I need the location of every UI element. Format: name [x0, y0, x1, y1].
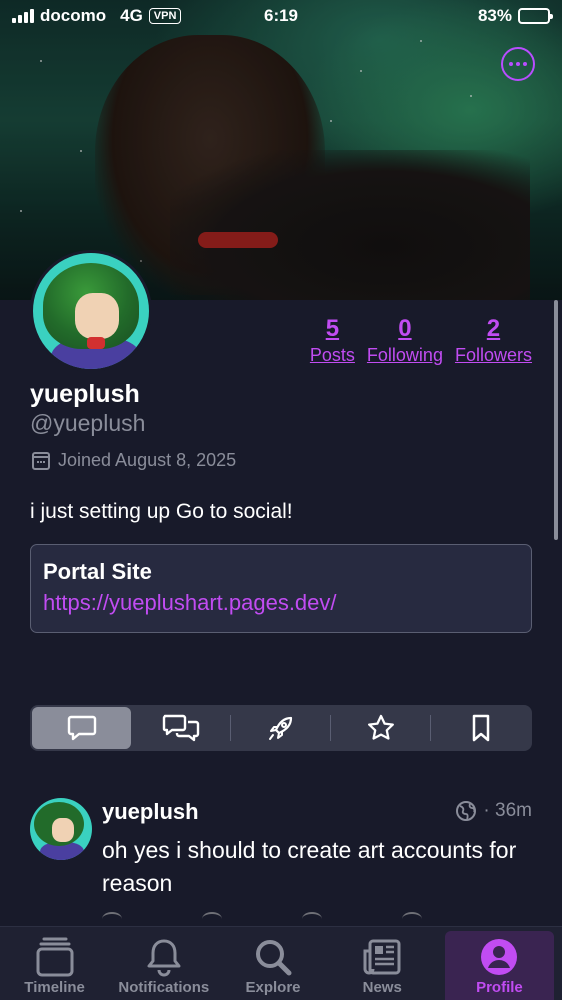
nav-notifications[interactable]: Notifications: [109, 927, 218, 1000]
post-author[interactable]: yueplush: [102, 799, 199, 825]
posts-icon: [67, 715, 96, 741]
battery-status: 83%: [477, 6, 553, 26]
nav-news[interactable]: News: [328, 927, 437, 1000]
vpn-badge: VPN: [148, 8, 182, 24]
bottom-navigation: Timeline Notifications Explore News Prof…: [0, 926, 562, 1000]
nav-timeline[interactable]: Timeline: [0, 927, 109, 1000]
avatar-face: [75, 293, 119, 339]
nav-explore-label: Explore: [245, 979, 301, 996]
avatar-bow: [87, 337, 105, 349]
post-meta: · 36m: [455, 800, 532, 822]
account-handle: @yueplush: [30, 410, 146, 436]
post-content: oh yes i should to create art accounts f…: [102, 837, 517, 896]
reply-icon[interactable]: [102, 912, 122, 926]
battery-icon: [518, 8, 553, 24]
nav-profile-label: Profile: [476, 979, 523, 996]
stat-posts-count: 5: [325, 315, 340, 342]
stat-following-label: Following: [366, 345, 443, 365]
profile-icon: [479, 935, 519, 979]
news-icon: [362, 935, 402, 979]
timeline-icon: [35, 935, 75, 979]
post-time[interactable]: · 36m: [483, 800, 532, 822]
joined-date: Joined August 8, 2025: [32, 450, 236, 471]
bell-icon: [144, 935, 184, 979]
profile-stats: 5 Posts 0 Following 2 Followers: [310, 314, 532, 366]
post-avatar-face: [52, 818, 74, 842]
field-name: Portal Site: [43, 559, 152, 584]
tab-favourites[interactable]: [331, 707, 430, 749]
replies-icon: [162, 714, 199, 742]
nav-explore[interactable]: Explore: [218, 927, 327, 1000]
profile-avatar[interactable]: [30, 250, 152, 372]
nav-timeline-label: Timeline: [24, 979, 85, 996]
display-name: yueplush: [30, 380, 140, 408]
network-type: 4G: [120, 6, 143, 25]
nav-notifications-label: Notifications: [118, 979, 210, 996]
more-options-button[interactable]: [501, 47, 535, 81]
favourite-icon[interactable]: [302, 912, 322, 926]
battery-percent: 83%: [477, 6, 512, 25]
status-bar: docomo 4G VPN 6:19 83%: [0, 0, 562, 32]
stat-followers-label: Followers: [454, 345, 532, 365]
carrier-name: docomo: [40, 6, 107, 25]
profile-field: Portal Site https://yueplushart.pages.de…: [30, 544, 532, 633]
favourites-icon: [367, 714, 394, 740]
stat-followers[interactable]: 2 Followers: [455, 314, 532, 366]
bookmarks-icon: [472, 714, 489, 742]
stat-following[interactable]: 0 Following: [367, 314, 443, 366]
signal-icon: [12, 9, 34, 23]
tab-boosts[interactable]: [231, 707, 330, 749]
stat-following-count: 0: [398, 315, 412, 342]
stat-posts-label: Posts: [309, 345, 355, 365]
calendar-icon: [32, 451, 50, 470]
tab-replies[interactable]: [131, 707, 230, 749]
nav-news-label: News: [362, 979, 402, 996]
boost-icon[interactable]: [202, 912, 222, 926]
stat-followers-count: 2: [486, 315, 501, 342]
post-avatar[interactable]: [30, 798, 92, 860]
stat-posts[interactable]: 5 Posts: [310, 314, 355, 366]
profile-tabs: [30, 705, 532, 751]
tab-bookmarks[interactable]: [431, 707, 530, 749]
globe-icon: [456, 801, 477, 821]
search-icon: [253, 935, 293, 979]
nav-profile[interactable]: Profile: [444, 931, 555, 1000]
joined-text: Joined August 8, 2025: [58, 450, 237, 470]
tab-posts[interactable]: [32, 707, 131, 749]
boosts-icon: [268, 716, 292, 740]
profile-bio: i just setting up Go to social!: [30, 500, 293, 523]
field-link[interactable]: https://yueplushart.pages.dev/: [43, 587, 519, 619]
scrollbar[interactable]: [554, 300, 558, 540]
share-icon[interactable]: [402, 912, 422, 926]
